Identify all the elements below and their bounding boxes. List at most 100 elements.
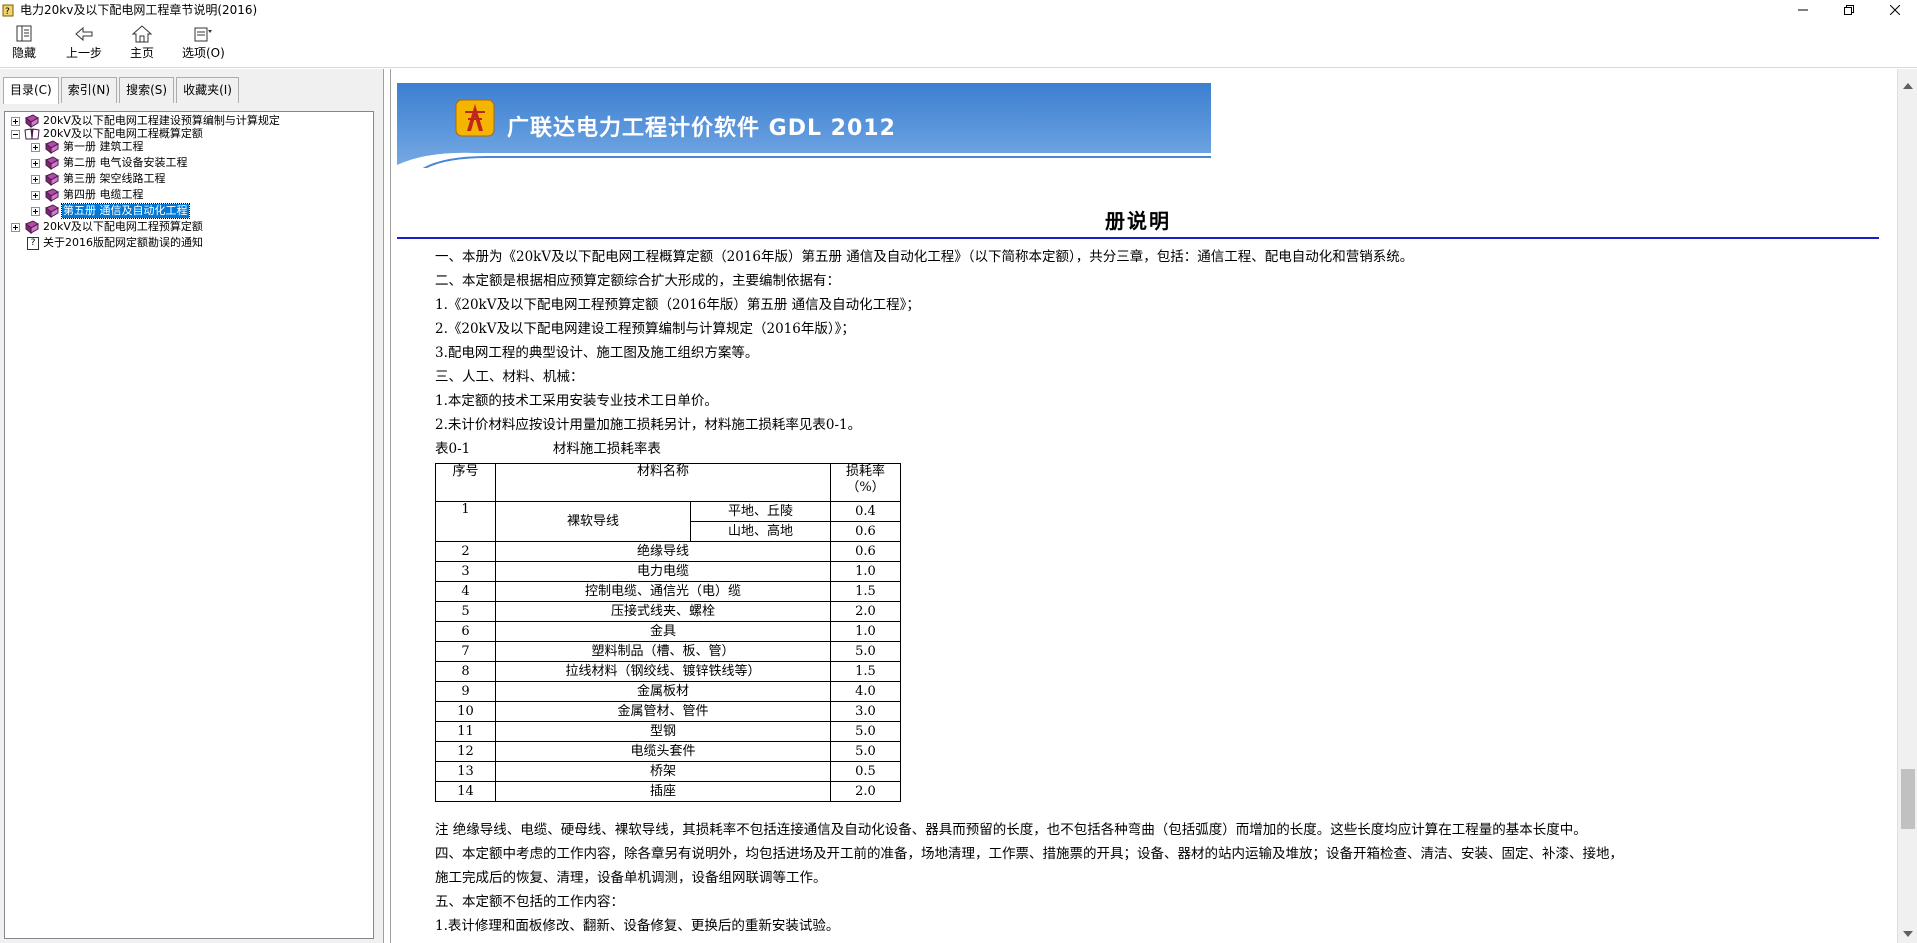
collapse-icon[interactable] <box>11 129 20 139</box>
brand-banner: 广联达电力工程计价软件 GDL 2012 <box>397 83 1211 168</box>
svg-text:?: ? <box>5 7 10 17</box>
expand-icon[interactable] <box>31 174 40 184</box>
header-rate-line2: （%） <box>846 480 885 495</box>
tab-favorites[interactable]: 收藏夹(I) <box>176 77 239 103</box>
close-button[interactable] <box>1872 0 1917 20</box>
hide-button[interactable]: 隐藏 <box>12 24 36 64</box>
table-caption-id: 表0-1 <box>435 441 471 457</box>
paragraph: 1.《20kV及以下配电网工程预算定额（2016年版）第五册 通信及自动化工程》… <box>435 297 920 313</box>
table-row: 14 插座 2.0 <box>435 781 901 802</box>
content-pane: 广联达电力工程计价软件 GDL 2012 册说明 一、本册为《20kV及以下配电… <box>390 69 1897 943</box>
tree-item[interactable]: 20kV及以下配电网工程预算定额 <box>11 219 204 235</box>
tab-index[interactable]: 索引(N) <box>60 77 118 103</box>
cell-no: 11 <box>435 721 496 742</box>
table-caption: 表0-1 材料施工损耗率表 <box>435 441 661 457</box>
book-closed-icon <box>45 156 59 170</box>
tree-item[interactable]: 第一册 建筑工程 <box>31 139 145 155</box>
scroll-thumb[interactable] <box>1901 769 1915 829</box>
table-row: 9 金属板材 4.0 <box>435 681 901 702</box>
book-closed-icon <box>45 204 59 218</box>
cell-rate: 0.6 <box>830 541 901 562</box>
cell-rate: 1.0 <box>830 561 901 582</box>
hide-label: 隐藏 <box>12 46 37 60</box>
tree-item-label: 关于2016版配网定额勘误的通知 <box>43 236 203 249</box>
table-row: 3 电力电缆 1.0 <box>435 561 901 582</box>
table-header-row: 序号 材料名称 损耗率 （%） <box>435 463 901 502</box>
cell-rate: 0.5 <box>830 761 901 782</box>
tree-item[interactable]: ? 关于2016版配网定额勘误的通知 <box>25 235 204 251</box>
options-button[interactable]: 选项(O) <box>182 24 225 64</box>
tree-item-selected[interactable]: 第五册 通信及自动化工程 <box>31 203 190 219</box>
cell-rate: 5.0 <box>830 721 901 742</box>
cell-no: 3 <box>435 561 496 582</box>
tree-item-label: 第二册 电气设备安装工程 <box>63 156 188 169</box>
cell-no: 6 <box>435 621 496 642</box>
toolbar: 隐藏 上一步 主页 选项(O) <box>0 20 1917 68</box>
cell-no: 1 <box>435 501 496 542</box>
cell-name: 塑料制品（槽、板、管） <box>495 641 831 662</box>
scroll-up-icon[interactable] <box>1903 83 1913 89</box>
back-arrow-icon <box>75 26 93 42</box>
scroll-down-icon[interactable] <box>1903 931 1913 937</box>
book-closed-icon <box>45 172 59 186</box>
restore-button[interactable] <box>1826 0 1872 20</box>
cell-name: 金属板材 <box>495 681 831 702</box>
table-row: 12 电缆头套件 5.0 <box>435 741 901 762</box>
hide-pane-icon <box>16 25 32 42</box>
minimize-icon <box>1798 9 1808 11</box>
cell-rate: 0.4 <box>830 501 901 522</box>
cell-name: 绝缘导线 <box>495 541 831 562</box>
paragraph: 1.表计修理和面板修改、翻新、设备修复、更换后的重新安装试验。 <box>435 918 840 934</box>
cell-no: 5 <box>435 601 496 622</box>
expand-icon[interactable] <box>11 222 20 232</box>
tree-item-label: 第五册 通信及自动化工程 <box>61 203 190 219</box>
expand-icon[interactable] <box>31 190 40 200</box>
title-divider <box>397 237 1879 239</box>
expand-icon[interactable] <box>11 116 20 126</box>
cell-no: 4 <box>435 581 496 602</box>
contents-tree: 20kV及以下配电网工程建设预算编制与计算规定 20kV及以下配电网工程概算定额… <box>4 111 374 939</box>
minimize-button[interactable] <box>1780 0 1826 20</box>
back-label: 上一步 <box>66 46 103 60</box>
tree-item[interactable]: 第二册 电气设备安装工程 <box>31 155 189 171</box>
tab-search[interactable]: 搜索(S) <box>119 77 175 103</box>
vertical-scrollbar[interactable] <box>1897 69 1917 943</box>
cell-no: 14 <box>435 781 496 802</box>
cell-rate: 0.6 <box>830 521 901 542</box>
home-button[interactable]: 主页 <box>130 24 154 64</box>
tree-item[interactable]: 第四册 电缆工程 <box>31 187 145 203</box>
page-title: 册说明 <box>1105 209 1171 233</box>
tree-item-label: 第一册 建筑工程 <box>63 140 144 153</box>
table-row: 11 型钢 5.0 <box>435 721 901 742</box>
restore-icon <box>1844 5 1854 15</box>
close-icon <box>1890 5 1900 15</box>
tree-item-label: 第四册 电缆工程 <box>63 188 144 201</box>
cell-name: 插座 <box>495 781 831 802</box>
expand-icon[interactable] <box>31 158 40 168</box>
loss-rate-table: 序号 材料名称 损耗率 （%） 1 裸软导线 平地、丘陵 0.4 山地、高地 0… <box>435 463 901 802</box>
table-caption-title: 材料施工损耗率表 <box>552 441 661 457</box>
paragraph: 1.本定额的技术工采用安装专业技术工日单价。 <box>435 393 718 409</box>
paragraph: 二、本定额是根据相应预算定额综合扩大形成的，主要编制依据有： <box>435 273 840 289</box>
paragraph: 2.《20kV及以下配电网建设工程预算编制与计算规定（2016年版）》； <box>435 321 855 337</box>
cell-no: 10 <box>435 701 496 722</box>
tree-item-label: 第三册 架空线路工程 <box>63 172 166 185</box>
expand-icon[interactable] <box>31 142 40 152</box>
table-row: 4 控制电缆、通信光（电）缆 1.5 <box>435 581 901 602</box>
cell-no: 7 <box>435 641 496 662</box>
header-no: 序号 <box>435 463 496 502</box>
paragraph: 施工完成后的恢复、清理，设备单机调测，设备组网联调等工作。 <box>435 870 827 886</box>
cell-rate: 2.0 <box>830 601 901 622</box>
paragraph: 四、本定额中考虑的工作内容，除各章另有说明外，均包括进场及开工前的准备，场地清理… <box>435 846 1623 862</box>
title-bar: ? 电力20kv及以下配电网工程章节说明(2016) <box>0 0 1917 20</box>
book-closed-icon <box>45 140 59 154</box>
back-button[interactable]: 上一步 <box>66 24 102 64</box>
expand-icon[interactable] <box>31 206 40 216</box>
tab-contents[interactable]: 目录(C) <box>3 77 59 104</box>
paragraph: 三、人工、材料、机械： <box>435 369 584 385</box>
cell-subtype: 平地、丘陵 <box>690 501 831 522</box>
cell-name: 金属管材、管件 <box>495 701 831 722</box>
table-row: 13 桥架 0.5 <box>435 761 901 782</box>
tree-item[interactable]: 第三册 架空线路工程 <box>31 171 167 187</box>
help-app-icon: ? <box>2 4 14 17</box>
